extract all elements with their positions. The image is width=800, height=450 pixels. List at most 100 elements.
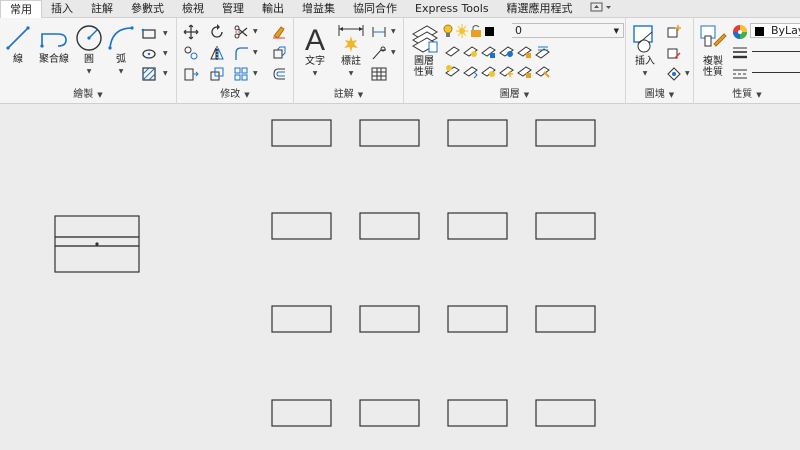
arc-dropdown-icon[interactable]: ▼ [119,68,124,75]
panel-modify-title[interactable]: 修改 ▼ [177,88,293,102]
drawing-rectangle[interactable] [271,399,332,427]
edit-block-button[interactable] [666,45,682,61]
arc-button[interactable]: 弧 ▼ [106,22,136,77]
tab-featured-apps[interactable]: 精選應用程式 [498,0,582,17]
panel-properties-title[interactable]: 性質 ▼ [694,88,800,102]
stretch-button[interactable] [183,66,199,82]
tab-manage[interactable]: 管理 [213,0,253,17]
layer-tool-11[interactable] [516,63,532,79]
drawing-rectangle[interactable] [535,119,596,147]
ribbon-minimize-button[interactable] [582,0,620,17]
rectangle-button[interactable] [141,26,157,42]
tab-home[interactable]: 常用 [0,0,42,19]
drawing-rectangle[interactable] [359,212,420,240]
tab-annotate[interactable]: 註解 [82,0,122,17]
trim-dropdown-icon[interactable]: ▼ [253,28,258,35]
block-attribute-dropdown-icon[interactable]: ▼ [685,70,690,77]
linetype-icon[interactable] [732,66,748,82]
lineweight-sample[interactable] [752,51,800,52]
panel-draw-title[interactable]: 繪製 ▼ [0,88,176,102]
color-wheel-icon[interactable] [732,24,748,40]
layer-properties-button[interactable]: 圖層 性質 [409,22,439,78]
block-attribute-button[interactable] [666,66,682,82]
drawing-canvas[interactable] [0,105,800,450]
linetype-sample[interactable] [752,72,800,73]
scale-button[interactable] [209,66,225,82]
polyline-button[interactable]: 聚合線 [36,22,72,65]
drawing-rectangle[interactable] [359,399,420,427]
panel-layers-title[interactable]: 圖層 ▼ [404,88,625,102]
dimension-dropdown-icon[interactable]: ▼ [349,70,354,77]
explode-button[interactable] [271,45,287,61]
drawing-rectangle[interactable] [271,212,332,240]
drawing-rectangle[interactable] [535,212,596,240]
leader-dropdown-icon[interactable]: ▼ [391,49,396,56]
layer-tool-10[interactable] [498,63,514,79]
dimension-button[interactable]: 標註 ▼ [334,22,368,79]
array-dropdown-icon[interactable]: ▼ [253,70,258,77]
leader-button[interactable] [371,45,387,61]
layer-tool-5[interactable] [516,43,532,59]
text-dropdown-icon[interactable]: ▼ [313,70,318,77]
tab-parametric[interactable]: 參數式 [122,0,173,17]
drawing-rectangle[interactable] [447,212,508,240]
linear-dimension-button[interactable] [371,24,387,40]
drawing-rectangle[interactable] [447,119,508,147]
tab-view[interactable]: 檢視 [173,0,213,17]
layer-dropdown[interactable]: 0 ▼ [441,23,624,38]
tab-express-tools[interactable]: Express Tools [406,0,498,17]
circle-button[interactable]: 圓 ▼ [74,22,104,77]
hatch-dropdown-icon[interactable]: ▼ [163,70,168,77]
hatch-button[interactable] [141,66,157,82]
layer-tool-2[interactable] [462,43,478,59]
tab-output[interactable]: 輸出 [253,0,293,17]
drawing-rectangle[interactable] [447,305,508,333]
drawing-rectangle[interactable] [359,119,420,147]
tab-collaborate[interactable]: 協同合作 [344,0,406,17]
lineweight-icon[interactable] [732,45,748,61]
trim-button[interactable] [233,24,249,40]
circle-dropdown-icon[interactable]: ▼ [87,68,92,75]
stacked-block[interactable] [54,215,140,273]
tab-addins[interactable]: 增益集 [293,0,344,17]
rectangle-dropdown-icon[interactable]: ▼ [163,30,168,37]
array-button[interactable] [233,66,249,82]
drawing-rectangle[interactable] [271,305,332,333]
erase-button[interactable] [271,24,287,40]
panel-block-title[interactable]: 圖塊 ▼ [626,88,693,102]
rotate-button[interactable] [209,24,225,40]
tab-insert[interactable]: 插入 [42,0,82,17]
copy-button[interactable] [183,45,199,61]
drawing-rectangle[interactable] [447,399,508,427]
move-button[interactable] [183,24,199,40]
insert-dropdown-icon[interactable]: ▼ [643,70,648,77]
layer-tool-9[interactable] [480,63,496,79]
ellipse-button[interactable] [141,46,157,62]
layer-tool-3[interactable] [480,43,496,59]
table-button[interactable] [371,66,387,82]
ellipse-dropdown-icon[interactable]: ▼ [163,50,168,57]
layer-tool-7[interactable] [444,63,460,79]
insert-block-button[interactable]: 插入 ▼ [630,22,660,79]
drawing-rectangle[interactable] [359,305,420,333]
fillet-button[interactable] [233,45,249,61]
drawing-rectangle[interactable] [535,399,596,427]
drawing-rectangle[interactable] [535,305,596,333]
fillet-dropdown-icon[interactable]: ▼ [253,49,258,56]
layer-tool-4[interactable] [498,43,514,59]
model-space[interactable] [0,105,800,450]
panel-annotation-title[interactable]: 註解 ▼ [294,88,403,102]
layer-tool-12[interactable] [534,63,550,79]
linear-dimension-dropdown-icon[interactable]: ▼ [391,28,396,35]
line-button[interactable]: 線 [4,22,32,65]
layer-tool-8[interactable] [462,63,478,79]
text-button[interactable]: A 文字 ▼ [300,22,330,79]
layer-tool-1[interactable] [444,43,460,59]
offset-button[interactable] [271,66,287,82]
create-block-button[interactable] [666,24,682,40]
layer-tool-6[interactable] [534,43,550,59]
drawing-rectangle[interactable] [271,119,332,147]
match-properties-button[interactable]: 複製 性質 [698,22,728,78]
color-dropdown[interactable]: ByLay [750,23,800,38]
mirror-button[interactable] [209,45,225,61]
